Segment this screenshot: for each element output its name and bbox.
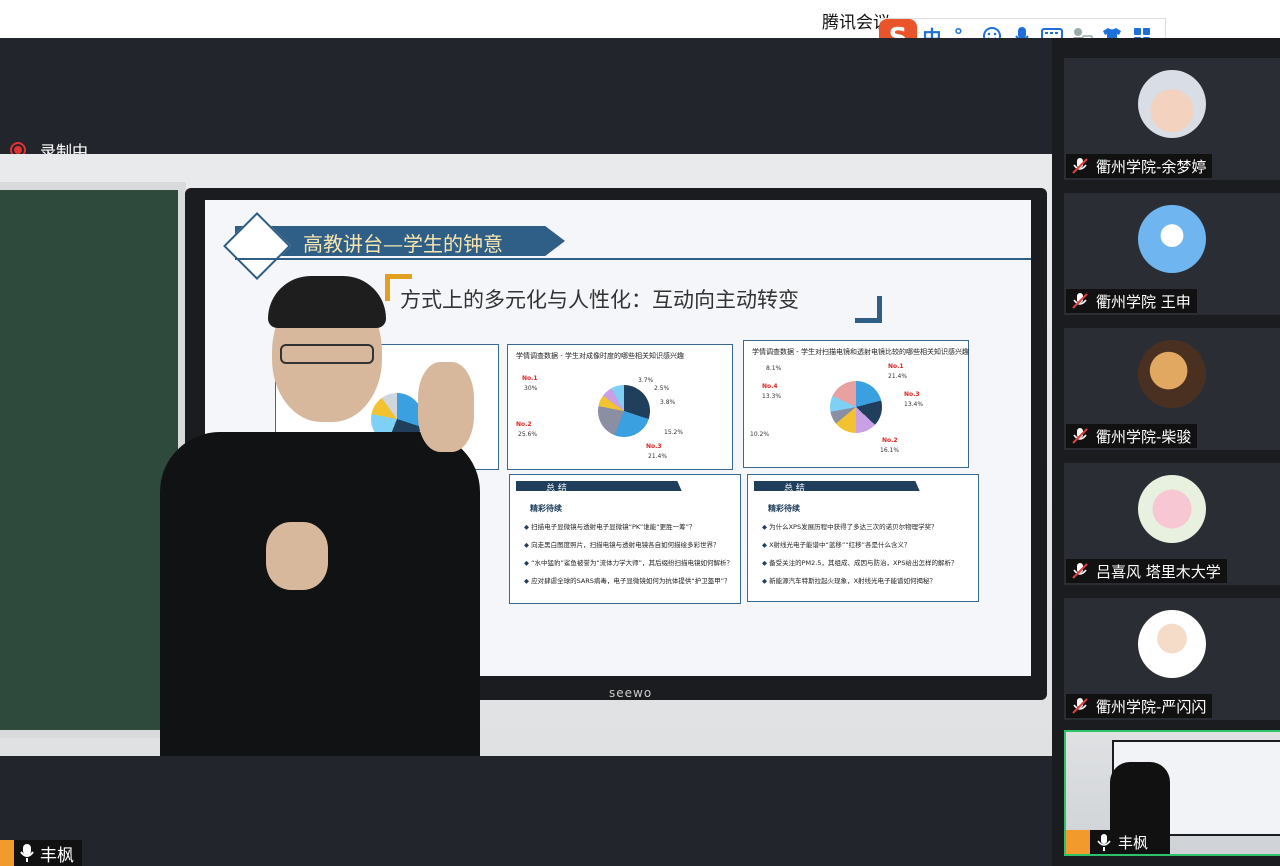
mic-icon[interactable]	[14, 840, 40, 866]
survey-panel-right: 学情调查数据 - 学生对扫描电镜和透射电镜比较的哪些相关知识感兴趣 No.1 2…	[743, 340, 969, 468]
presenter-body	[160, 432, 480, 756]
stat-value: 10.2%	[750, 431, 770, 438]
self-view-tile[interactable]: 丰枫	[1064, 730, 1280, 856]
summary-bullet: X射线光电子能谱中“蓝移”“红移”各是什么含义？	[762, 539, 910, 549]
presenter-hand	[266, 522, 328, 590]
summary-bullet: 向走黑白图度照片，扫描电镜与透射电镜各自如何描绘多彩世界？	[524, 539, 720, 549]
summary-subtitle: 精彩待续	[530, 504, 562, 513]
summary-bullet: 为什么XPS发展历程中获得了多达三次的诺贝尔物理学奖？	[762, 521, 938, 531]
presenter-hand	[418, 362, 474, 452]
planet-avatar	[1138, 340, 1206, 408]
participant-tile[interactable]: 吕喜风 塔里木大学	[1064, 463, 1280, 585]
summary-bullet: “水中猛豹”鲨鱼被誉为“流体力学大师”，其后缀纷扫描电镜如何解析？	[524, 557, 733, 567]
stat-value: 8.1%	[766, 365, 782, 372]
self-name: 丰枫	[1118, 833, 1149, 852]
mic-muted-icon	[1072, 293, 1088, 309]
presenter-hair	[268, 276, 386, 328]
participant-label: 衢州学院-余梦婷	[1066, 154, 1213, 178]
mic-muted-icon	[1072, 698, 1088, 714]
participant-label: 衢州学院-柴骏	[1066, 424, 1198, 448]
panel-title: 学情调查数据 - 学生对成像时度的哪些相关知识感兴趣	[516, 352, 684, 360]
pie-chart-graphic	[830, 381, 882, 433]
school-logo-icon	[223, 212, 291, 280]
stat-rank: No.4	[762, 383, 778, 390]
stat-value: 2.5%	[654, 385, 670, 392]
survey-panel-middle: 学情调查数据 - 学生对成像时度的哪些相关知识感兴趣 No.1 30% No.2…	[507, 344, 733, 470]
self-view-label: 丰枫	[1066, 830, 1155, 854]
stat-value: 21.4%	[648, 453, 668, 460]
stat-rank: No.3	[646, 443, 662, 450]
presenter-glasses	[280, 344, 374, 364]
summary-bullet: 扫描电子显微镜与透射电子显微镜“PK”谁能“更胜一筹”？	[524, 521, 695, 531]
speaker-video[interactable]: 高教讲台—学生的钟意 方式上的多元化与人性化：互动向主动转变 学情调查数据 - …	[0, 154, 1052, 756]
user-avatar-icon	[1066, 830, 1090, 854]
participant-name: 衢州学院-余梦婷	[1096, 157, 1207, 176]
slide-title: 高教讲台—学生的钟意	[303, 232, 503, 256]
mic-icon[interactable]	[1094, 832, 1114, 852]
summary-bullet: 应对肆虐全球的SARS病毒，电子显微镜如何为抗体提供“护卫盔甲”？	[524, 575, 731, 585]
slide-divider	[235, 258, 1031, 260]
sky-heart-avatar	[1138, 205, 1206, 273]
summary-bullet: 备受关注的PM2.5，其组成、成因与防治，XPS给出怎样的解析？	[762, 557, 957, 567]
stat-value: 16.1%	[880, 447, 900, 454]
participant-label: 衢州学院-严闪闪	[1066, 694, 1213, 718]
stat-value: 13.4%	[904, 401, 924, 408]
display-brand: seewo	[609, 686, 653, 700]
speaker-name-tag: 丰枫	[0, 840, 82, 866]
mic-muted-icon	[1072, 428, 1088, 444]
presenter	[150, 276, 510, 756]
participant-name: 衢州学院 王申	[1096, 292, 1191, 311]
participant-name: 衢州学院-柴骏	[1096, 427, 1192, 446]
stat-value: 15.2%	[664, 429, 684, 436]
participant-list: 衢州学院-余梦婷 衢州学院 王申 衢州学院-柴骏 吕喜风 塔里木大学 衢州学院-…	[1052, 38, 1280, 866]
participant-tile[interactable]: 衢州学院 王申	[1064, 193, 1280, 315]
summary-subtitle: 精彩待续	[768, 504, 800, 513]
stat-value: 25.6%	[518, 431, 538, 438]
stat-rank: No.2	[882, 437, 898, 444]
stat-rank: No.2	[516, 421, 532, 428]
participant-tile[interactable]: 衢州学院-柴骏	[1064, 328, 1280, 450]
corner-bracket-right	[855, 296, 882, 323]
participant-name: 衢州学院-严闪闪	[1096, 697, 1207, 716]
speaker-name: 丰枫	[40, 845, 74, 866]
stat-rank: No.3	[904, 391, 920, 398]
summary-title: 总 结	[784, 484, 805, 494]
mic-muted-icon	[1072, 158, 1088, 174]
participant-label: 衢州学院 王申	[1066, 289, 1197, 313]
summary-panel-left: 总 结 精彩待续 扫描电子显微镜与透射电子显微镜“PK”谁能“更胜一筹”？ 向走…	[509, 474, 741, 604]
baby-avatar	[1138, 70, 1206, 138]
summary-bullet: 新能源汽车特斯拉起火现象，X射线光电子能谱如何揭秘？	[762, 575, 936, 585]
stat-value: 21.4%	[888, 373, 908, 380]
panel-title: 学情调查数据 - 学生对扫描电镜和透射电镜比较的哪些相关知识感兴趣	[752, 348, 969, 356]
tulip-avatar	[1138, 475, 1206, 543]
stat-value: 30%	[524, 385, 538, 392]
stat-value: 3.7%	[638, 377, 654, 384]
pie-chart-graphic	[598, 385, 650, 437]
participant-tile[interactable]: 衢州学院-严闪闪	[1064, 598, 1280, 720]
participant-label: 吕喜风 塔里木大学	[1066, 559, 1227, 583]
user-avatar-icon	[0, 840, 14, 866]
summary-panel-right: 总 结 精彩待续 为什么XPS发展历程中获得了多达三次的诺贝尔物理学奖？ X射线…	[747, 474, 979, 602]
participant-name: 吕喜风 塔里木大学	[1096, 562, 1221, 581]
stat-value: 3.8%	[660, 399, 676, 406]
participant-tile[interactable]: 衢州学院-余梦婷	[1064, 58, 1280, 180]
stat-rank: No.1	[522, 375, 538, 382]
stat-value: 13.3%	[762, 393, 782, 400]
cartoon-man-avatar	[1138, 610, 1206, 678]
mic-muted-icon	[1072, 563, 1088, 579]
summary-title: 总 结	[546, 484, 567, 494]
stat-rank: No.1	[888, 363, 904, 370]
